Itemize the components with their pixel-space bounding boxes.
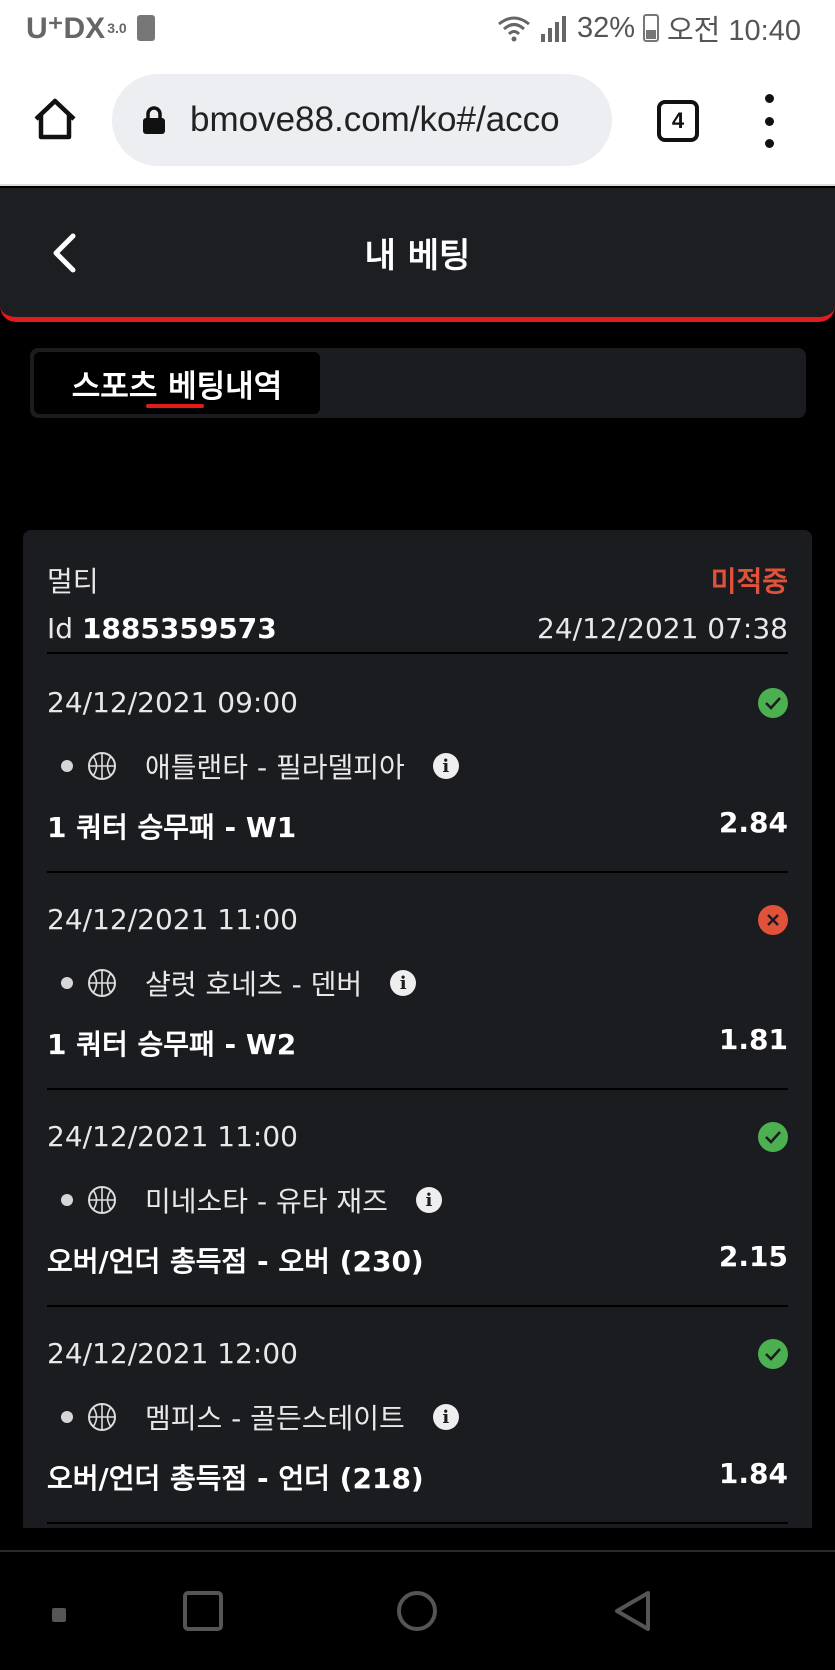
status-bar: U⁺DX 3.0 32% 오전 10:40 (0, 0, 835, 56)
carrier-version: 3.0 (107, 20, 127, 36)
selection-market: 오버/언더 총득점 - 언더 (218) (47, 1462, 424, 1495)
wifi-icon (498, 16, 530, 42)
status-indicators: 32% 오전 10:40 (497, 7, 801, 49)
basketball-icon (88, 1186, 116, 1214)
selection-time: 24/12/2021 12:00 (47, 1337, 298, 1370)
basketball-icon (88, 752, 116, 780)
selection-item: 24/12/2021 11:00 샬럿 호네츠 - 덴버 i 1 쿼터 승무패 … (47, 873, 788, 1090)
clock: 오전 10:40 (667, 15, 801, 47)
bet-card-header: 멀티 미적중 Id 1885359573 24/12/2021 07:38 (47, 530, 788, 654)
system-nav-bar (0, 1550, 835, 1670)
basketball-icon (88, 969, 116, 997)
selection-match-row: 멤피스 - 골든스테이트 i (61, 1397, 459, 1437)
bet-id: Id 1885359573 (47, 612, 277, 645)
bet-placed-date: 24/12/2021 07:38 (537, 612, 788, 645)
address-bar[interactable]: bmove88.com/ko#/acco (112, 74, 612, 166)
circle-icon (397, 1591, 437, 1631)
more-menu-button[interactable] (757, 94, 781, 148)
bet-id-label: Id (47, 612, 74, 645)
carrier-label: U⁺DX 3.0 (26, 11, 155, 46)
selection-time: 24/12/2021 11:00 (47, 903, 298, 936)
signal-icon (540, 16, 566, 42)
lock-icon (143, 106, 165, 134)
app-header: 내 베팅 (0, 188, 835, 322)
selection-match: 애틀랜타 - 필라델피아 (145, 751, 405, 784)
basketball-icon (88, 1403, 116, 1431)
back-button[interactable] (44, 228, 84, 278)
bullet-dot (61, 977, 73, 989)
tab-label: 스포츠 베팅내역 (71, 368, 283, 405)
chevron-left-icon (53, 233, 76, 273)
browser-toolbar: bmove88.com/ko#/acco 4 (0, 56, 835, 186)
selection-match-row: 샬럿 호네츠 - 덴버 i (61, 963, 417, 1003)
selection-match-row: 미네소타 - 유타 재즈 i (61, 1180, 442, 1220)
tab-active-indicator (146, 404, 204, 408)
info-icon[interactable]: i (415, 1187, 442, 1213)
tab-switcher-button[interactable]: 4 (657, 100, 699, 142)
check-circle-icon (758, 1122, 788, 1152)
selection-match: 샬럿 호네츠 - 덴버 (145, 968, 363, 1001)
carrier-name: U⁺DX (26, 11, 106, 45)
overview-button[interactable] (182, 1590, 224, 1632)
tab-bar: 스포츠 베팅내역 (30, 348, 806, 418)
selection-time: 24/12/2021 11:00 (47, 1120, 298, 1153)
selection-match: 멤피스 - 골든스테이트 (145, 1402, 405, 1435)
info-icon[interactable]: i (390, 970, 417, 996)
battery-percent: 32% (576, 11, 635, 44)
home-button[interactable] (28, 92, 82, 146)
bet-status-badge: 미적중 (710, 565, 788, 598)
selection-match: 미네소타 - 유타 재즈 (145, 1185, 388, 1218)
selection-time: 24/12/2021 09:00 (47, 686, 298, 719)
recents-dot-button[interactable] (52, 1608, 66, 1622)
menu-dot (764, 116, 774, 126)
selection-market: 오버/언더 총득점 - 오버 (230) (47, 1245, 424, 1278)
selection-item: 24/12/2021 11:00 미네소타 - 유타 재즈 i 오버/언더 총득… (47, 1090, 788, 1307)
home-nav-button[interactable] (396, 1590, 438, 1632)
selection-item: 24/12/2021 12:00 멤피스 - 골든스테이트 i 오버/언더 총득… (47, 1307, 788, 1524)
info-icon[interactable]: i (432, 1404, 459, 1430)
selection-odds: 1.81 (718, 1023, 788, 1056)
selection-odds: 2.84 (718, 806, 788, 839)
tab-sports-bet-history[interactable]: 스포츠 베팅내역 (34, 352, 320, 414)
check-circle-icon (758, 1339, 788, 1369)
selection-market: 1 쿼터 승무패 - W2 (47, 1028, 297, 1061)
menu-dot (764, 139, 774, 148)
selection-market: 1 쿼터 승무패 - W1 (47, 811, 297, 844)
selection-match-row: 애틀랜타 - 필라델피아 i (61, 746, 459, 786)
url-text: bmove88.com/ko#/acco (190, 100, 560, 139)
triangle-back-icon (615, 1591, 650, 1631)
back-nav-button[interactable] (612, 1590, 652, 1632)
info-icon[interactable]: i (432, 753, 459, 779)
selection-item: 24/12/2021 09:00 애틀랜타 - 필라델피아 i 1 쿼터 승무패… (47, 656, 788, 873)
battery-icon (643, 14, 659, 42)
square-icon (183, 1591, 223, 1631)
page-title: 내 베팅 (364, 235, 471, 276)
home-icon (34, 98, 76, 140)
bullet-dot (61, 760, 73, 772)
sim-icon (136, 15, 155, 41)
selection-odds: 2.15 (718, 1240, 788, 1273)
bet-type: 멀티 (47, 565, 99, 598)
bet-card[interactable]: 멀티 미적중 Id 1885359573 24/12/2021 07:38 24… (23, 530, 812, 1528)
square-dot-icon (52, 1608, 66, 1622)
bullet-dot (61, 1411, 73, 1423)
bullet-dot (61, 1194, 73, 1206)
check-circle-icon (758, 688, 788, 718)
bet-id-value: 1885359573 (81, 612, 277, 645)
selection-odds: 1.84 (718, 1457, 788, 1490)
x-circle-icon (758, 905, 788, 935)
menu-dot (764, 94, 774, 103)
